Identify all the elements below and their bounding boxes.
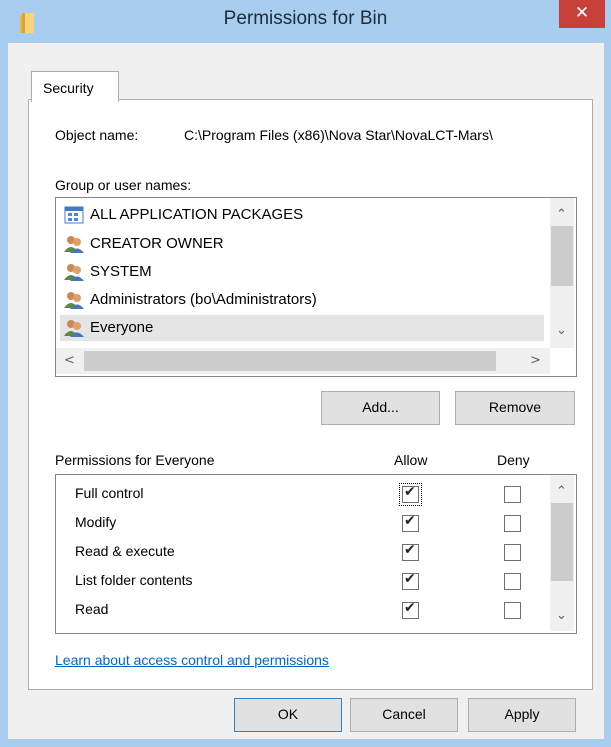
allow-checkbox[interactable] bbox=[402, 513, 419, 532]
group-names-label: Group or user names: bbox=[55, 177, 192, 193]
list-item[interactable]: CREATOR OWNER bbox=[60, 231, 544, 257]
list-item-label: SYSTEM bbox=[90, 263, 152, 280]
allow-column-header: Allow bbox=[394, 452, 428, 468]
list-item-label: Administrators (bo\Administrators) bbox=[90, 291, 317, 308]
ok-button[interactable]: OK bbox=[234, 698, 342, 732]
list-item-label: ALL APPLICATION PACKAGES bbox=[90, 206, 304, 223]
permission-label: Read bbox=[75, 601, 109, 617]
remove-button[interactable]: Remove bbox=[455, 391, 575, 425]
close-button[interactable]: ✕ bbox=[559, 0, 605, 28]
permission-row: Read bbox=[60, 597, 540, 626]
object-name-label: Object name: bbox=[55, 127, 139, 143]
allow-checkbox[interactable] bbox=[402, 542, 419, 561]
deny-column-header: Deny bbox=[497, 452, 530, 468]
permissions-label: Permissions for Everyone bbox=[55, 452, 215, 468]
object-name-value: C:\Program Files (x86)\Nova Star\NovaLCT… bbox=[184, 127, 493, 143]
tab-security-label: Security bbox=[43, 80, 94, 96]
scroll-left-icon[interactable]: < bbox=[64, 354, 75, 368]
permission-label: List folder contents bbox=[75, 572, 193, 588]
app-packages-icon bbox=[64, 206, 84, 224]
list-item-label: Everyone bbox=[90, 319, 154, 336]
allow-checkbox[interactable] bbox=[399, 483, 422, 506]
group-listbox[interactable]: ALL APPLICATION PACKAGES CREATOR OWNER S… bbox=[55, 197, 577, 377]
users-icon bbox=[64, 263, 84, 281]
deny-checkbox[interactable] bbox=[504, 515, 521, 532]
permission-row: Full control bbox=[60, 481, 540, 510]
deny-checkbox[interactable] bbox=[504, 486, 521, 503]
add-button[interactable]: Add... bbox=[321, 391, 440, 425]
scroll-thumb[interactable] bbox=[551, 503, 573, 581]
list-item[interactable]: ALL APPLICATION PACKAGES bbox=[60, 202, 544, 228]
dialog-window: Permissions for Bin ✕ Security Object na… bbox=[0, 0, 611, 747]
tab-security[interactable]: Security bbox=[31, 71, 119, 102]
window-title: Permissions for Bin bbox=[223, 8, 388, 29]
apply-button[interactable]: Apply bbox=[468, 698, 576, 732]
list-item-selected[interactable]: Everyone bbox=[60, 315, 544, 341]
users-icon bbox=[64, 291, 84, 309]
scroll-thumb[interactable] bbox=[551, 226, 573, 286]
scroll-down-icon[interactable]: ⌄ bbox=[556, 609, 567, 623]
permissions-listbox: Full control Modify Read & execute List … bbox=[55, 474, 577, 634]
list-item[interactable]: SYSTEM bbox=[60, 259, 544, 285]
cancel-button[interactable]: Cancel bbox=[350, 698, 458, 732]
list-item[interactable]: Administrators (bo\Administrators) bbox=[60, 287, 544, 313]
group-horizontal-scrollbar[interactable]: < > bbox=[56, 348, 550, 374]
permission-label: Modify bbox=[75, 514, 117, 530]
scroll-down-icon[interactable]: ⌄ bbox=[556, 324, 567, 338]
group-vertical-scrollbar[interactable]: ⌃ ⌄ bbox=[550, 198, 574, 348]
list-item-label: CREATOR OWNER bbox=[90, 235, 224, 252]
scroll-up-icon[interactable]: ⌃ bbox=[556, 208, 567, 222]
permission-row: List folder contents bbox=[60, 568, 540, 597]
deny-checkbox[interactable] bbox=[504, 544, 521, 561]
allow-checkbox[interactable] bbox=[402, 600, 419, 619]
permission-row: Modify bbox=[60, 510, 540, 539]
learn-access-control-link[interactable]: Learn about access control and permissio… bbox=[55, 652, 329, 668]
permission-row: Read & execute bbox=[60, 539, 540, 568]
hscroll-thumb[interactable] bbox=[84, 351, 496, 371]
permissions-vertical-scrollbar[interactable]: ⌃ ⌄ bbox=[550, 475, 574, 631]
users-icon bbox=[64, 319, 84, 337]
deny-checkbox[interactable] bbox=[504, 602, 521, 619]
allow-checkbox[interactable] bbox=[402, 571, 419, 590]
permission-label: Read & execute bbox=[75, 543, 175, 559]
deny-checkbox[interactable] bbox=[504, 573, 521, 590]
scroll-right-icon[interactable]: > bbox=[530, 354, 541, 368]
users-icon bbox=[64, 235, 84, 253]
permission-label: Full control bbox=[75, 485, 144, 501]
scroll-up-icon[interactable]: ⌃ bbox=[556, 485, 567, 499]
